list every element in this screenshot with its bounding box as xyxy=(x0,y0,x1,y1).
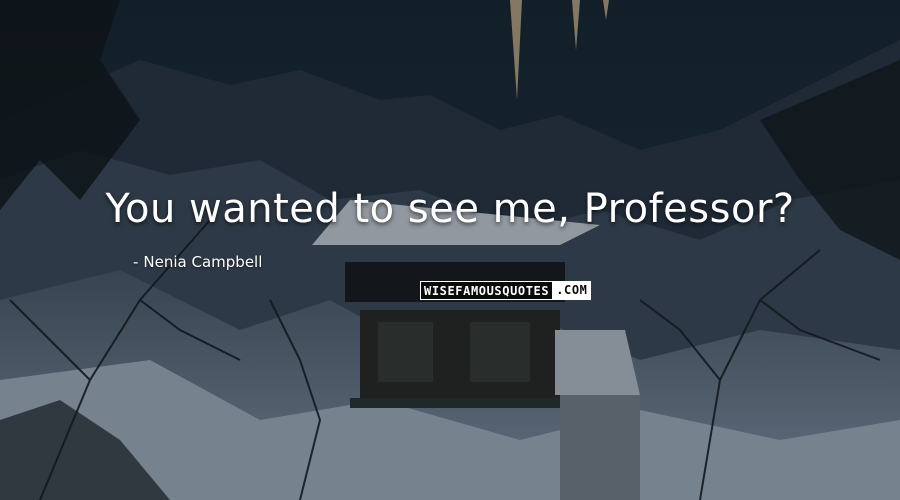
author-dash: - xyxy=(133,253,139,271)
quote-card: You wanted to see me, Professor? - Nenia … xyxy=(0,0,900,500)
quote-author: - Nenia Campbell xyxy=(133,253,262,271)
watermark-suffix: .COM xyxy=(553,281,591,300)
background-photo xyxy=(0,0,900,500)
quote-text: You wanted to see me, Professor? xyxy=(105,186,795,232)
watermark-logo: WISEFAMOUSQUOTES .COM xyxy=(420,281,620,300)
author-name: Nenia Campbell xyxy=(143,253,263,271)
watermark-main: WISEFAMOUSQUOTES xyxy=(420,281,554,300)
